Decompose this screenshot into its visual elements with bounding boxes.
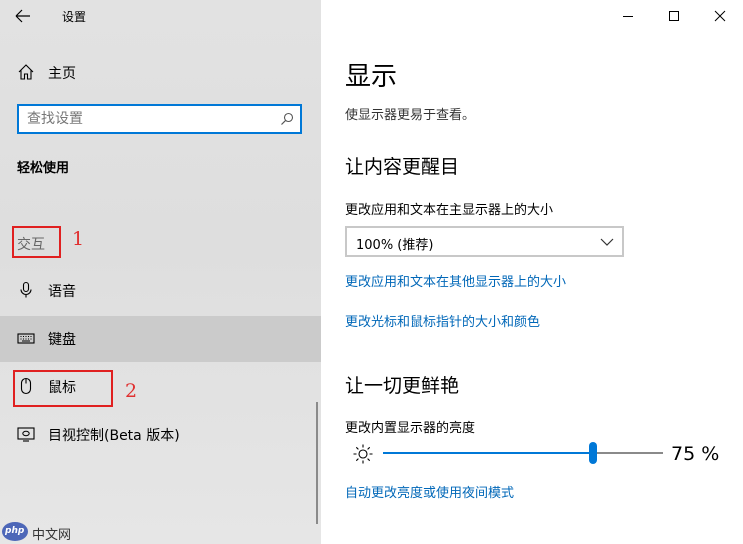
section-heading-visibility: 让内容更醒目 xyxy=(345,156,460,178)
watermark-text: 中文网 xyxy=(32,528,72,543)
sidebar-item-keyboard[interactable]: 键盘 xyxy=(0,316,321,362)
eye-control-icon xyxy=(17,427,35,442)
sidebar-item-label: 键盘 xyxy=(48,332,76,348)
link-night-light[interactable]: 自动更改亮度或使用夜间模式 xyxy=(345,482,514,501)
scale-dropdown[interactable]: 100% (推荐) xyxy=(345,226,624,257)
annotation-label-2: 2 xyxy=(125,380,138,402)
brightness-sun-icon xyxy=(353,444,373,464)
brightness-value: 75 % xyxy=(671,443,720,465)
sidebar: 设置 主页 轻松使用 交互 语音 键盘 鼠标 xyxy=(0,0,321,544)
search-icon[interactable] xyxy=(280,112,294,126)
brightness-slider[interactable] xyxy=(383,442,663,466)
page-title: 显示 xyxy=(345,62,398,92)
brightness-label: 更改内置显示器的亮度 xyxy=(345,421,476,436)
sidebar-scrollbar[interactable] xyxy=(316,402,318,524)
back-arrow-icon xyxy=(15,9,30,23)
watermark: php 中文网 xyxy=(2,522,102,543)
home-icon xyxy=(18,64,34,80)
main-content: 显示 使显示器更易于查看。 让内容更醒目 更改应用和文本在主显示器上的大小 10… xyxy=(321,0,743,544)
search-input[interactable] xyxy=(27,110,272,128)
slider-fill xyxy=(383,452,593,454)
watermark-badge: php xyxy=(5,526,25,536)
link-cursor-size[interactable]: 更改光标和鼠标指针的大小和颜色 xyxy=(345,311,540,330)
sidebar-item-label: 目视控制(Beta 版本) xyxy=(48,428,180,444)
annotation-box-2 xyxy=(13,370,113,407)
maximize-button[interactable] xyxy=(651,0,697,32)
section-heading: 轻松使用 xyxy=(17,161,70,176)
link-other-displays[interactable]: 更改应用和文本在其他显示器上的大小 xyxy=(345,271,566,290)
microphone-icon xyxy=(20,281,32,298)
page-subtitle: 使显示器更易于查看。 xyxy=(345,108,476,123)
minimize-icon xyxy=(623,16,633,17)
slider-thumb[interactable] xyxy=(589,442,597,464)
sidebar-item-eye-control[interactable]: 目视控制(Beta 版本) xyxy=(0,412,321,458)
back-button[interactable] xyxy=(12,6,36,26)
close-button[interactable] xyxy=(697,0,743,32)
close-icon xyxy=(714,10,726,22)
minimize-button[interactable] xyxy=(605,0,651,32)
maximize-icon xyxy=(669,11,679,21)
scale-dropdown-value: 100% (推荐) xyxy=(356,238,434,253)
sidebar-item-speech[interactable]: 语音 xyxy=(0,268,321,314)
annotation-label-1: 1 xyxy=(72,228,85,250)
sidebar-item-label: 语音 xyxy=(48,284,76,300)
chevron-down-icon xyxy=(600,238,614,246)
title-bar-left: 设置 xyxy=(0,0,321,32)
search-box[interactable] xyxy=(17,104,302,134)
sidebar-item-label: 主页 xyxy=(48,66,76,82)
section-heading-brightness: 让一切更鲜艳 xyxy=(345,375,460,397)
window-title: 设置 xyxy=(62,10,87,24)
sidebar-item-home[interactable]: 主页 xyxy=(0,50,321,96)
scale-label: 更改应用和文本在主显示器上的大小 xyxy=(345,203,554,218)
annotation-box-1 xyxy=(12,226,61,258)
keyboard-icon xyxy=(17,333,35,344)
